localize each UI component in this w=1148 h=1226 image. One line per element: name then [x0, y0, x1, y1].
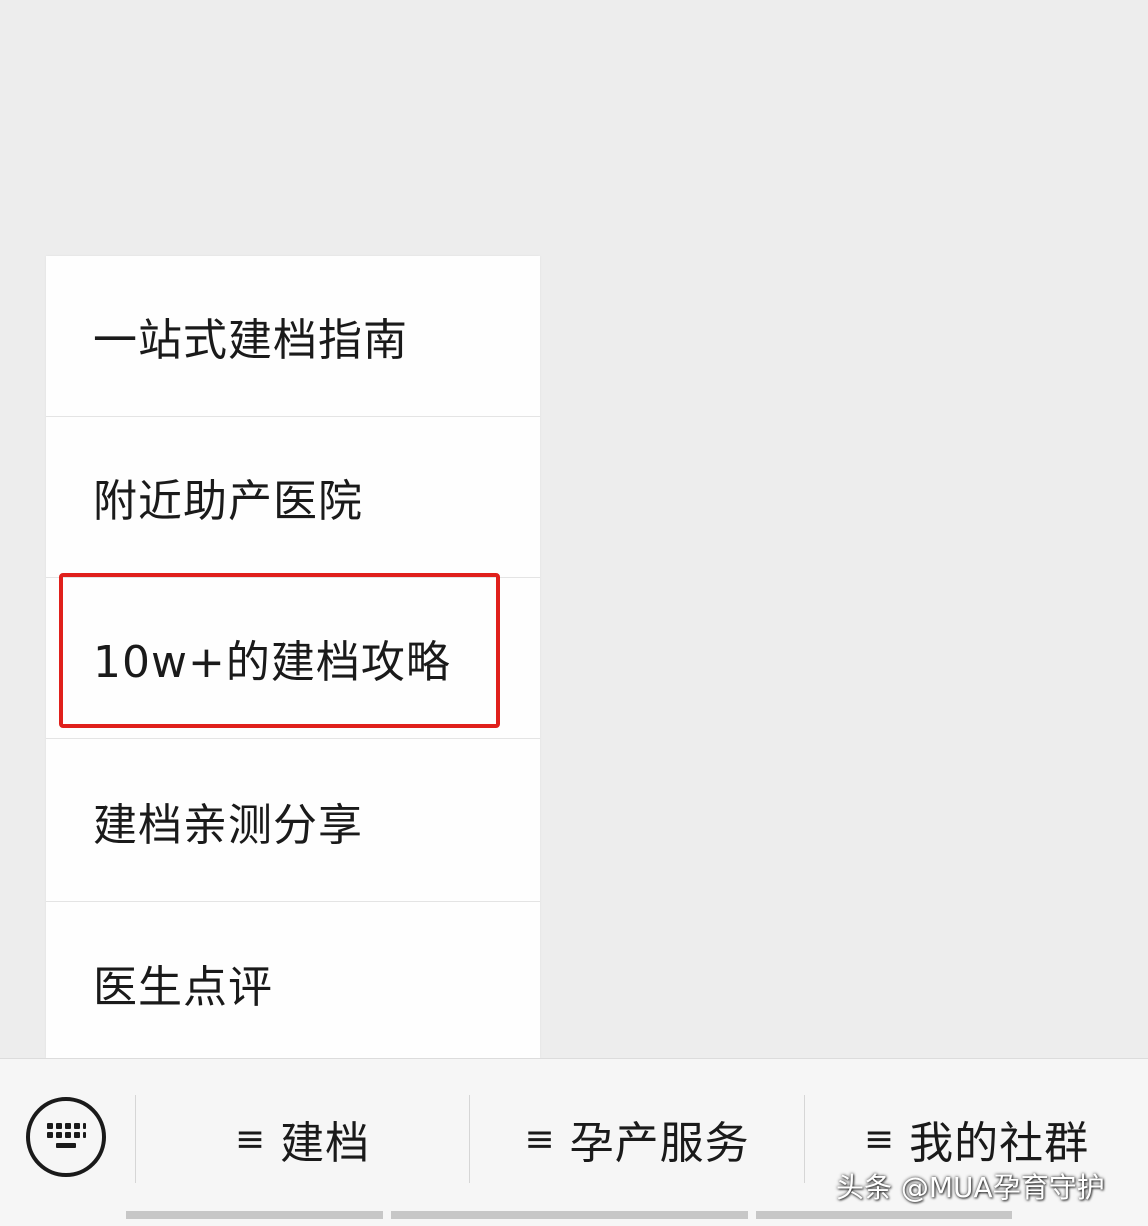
tab-jiandang[interactable]: ≡ 建档	[136, 1089, 469, 1189]
tab-label: 建档	[280, 1118, 371, 1169]
popup-menu: 一站式建档指南 附近助产医院 10w+的建档攻略 建档亲测分享 医生点评	[46, 256, 540, 1058]
menu-icon: ≡	[524, 1118, 556, 1160]
menu-icon: ≡	[863, 1118, 896, 1160]
tab-maternity-services[interactable]: ≡ 孕产服务	[470, 1089, 804, 1189]
tab-underline	[756, 1211, 1012, 1219]
menu-item-strategy[interactable]: 10w+的建档攻略	[46, 578, 540, 739]
menu-item-label: 医生点评	[93, 961, 273, 1013]
tab-underline	[126, 1211, 383, 1219]
tab-underline	[391, 1211, 748, 1219]
menu-item-guide[interactable]: 一站式建档指南	[46, 256, 540, 417]
tab-label: 孕产服务	[569, 1118, 750, 1169]
menu-item-label: 附近助产医院	[93, 476, 363, 527]
keyboard-icon	[47, 1123, 86, 1148]
menu-item-label: 建档亲测分享	[93, 800, 363, 851]
keyboard-toggle-button[interactable]	[26, 1097, 106, 1177]
menu-item-nearby-hospitals[interactable]: 附近助产医院	[46, 417, 540, 578]
tab-label: 我的社群	[909, 1118, 1090, 1169]
menu-item-doctor-reviews[interactable]: 医生点评	[46, 902, 540, 1063]
menu-icon: ≡	[234, 1118, 267, 1160]
watermark: 头条 @MUA孕育守护	[836, 1171, 1105, 1204]
menu-item-experience-share[interactable]: 建档亲测分享	[46, 741, 540, 902]
menu-item-label: 一站式建档指南	[93, 315, 408, 366]
menu-item-label: 10w+的建档攻略	[93, 637, 451, 688]
